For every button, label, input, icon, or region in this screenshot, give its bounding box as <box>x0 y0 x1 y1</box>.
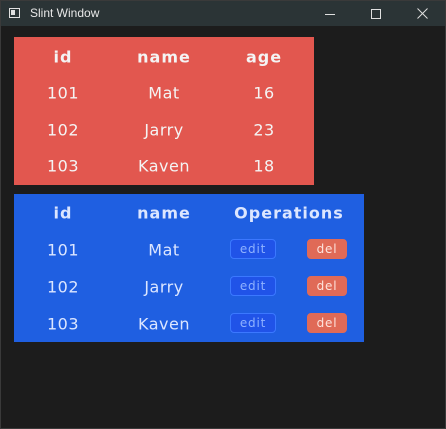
edit-button[interactable]: edit <box>230 313 276 333</box>
minimize-icon <box>325 13 335 15</box>
title-bar[interactable]: Slint Window <box>1 1 445 26</box>
minimize-button[interactable] <box>307 1 353 26</box>
window-title: Slint Window <box>30 6 100 20</box>
table-cell-age: 23 <box>253 120 275 140</box>
table-cell-name: Mat <box>148 240 180 260</box>
table-cell-name: Mat <box>148 83 180 103</box>
edit-button[interactable]: edit <box>230 239 276 259</box>
edit-button[interactable]: edit <box>230 276 276 296</box>
close-button[interactable] <box>399 1 445 26</box>
table-cell-name: Kaven <box>138 314 190 334</box>
column-header-operations: Operations <box>234 203 344 223</box>
column-header-name: name <box>137 47 191 67</box>
delete-button[interactable]: del <box>307 313 347 333</box>
delete-button[interactable]: del <box>307 239 347 259</box>
table-cell-age: 16 <box>253 83 275 103</box>
operations-table: id name Operations 101 Mat edit del 102 … <box>14 194 364 342</box>
table-cell-id: 103 <box>46 156 80 176</box>
table-cell-age: 18 <box>253 156 275 176</box>
app-window: Slint Window id name age 101 Mat 16 102 … <box>0 0 446 429</box>
column-header-name: name <box>137 203 191 223</box>
table-cell-id: 101 <box>46 83 80 103</box>
table-cell-name: Kaven <box>138 156 190 176</box>
column-header-id: id <box>53 47 73 67</box>
table-cell-id: 103 <box>46 314 80 334</box>
delete-button[interactable]: del <box>307 276 347 296</box>
students-table: id name age 101 Mat 16 102 Jarry 23 103 … <box>14 37 314 185</box>
table-cell-name: Jarry <box>144 120 184 140</box>
maximize-icon <box>371 8 381 19</box>
column-header-id: id <box>53 203 73 223</box>
table-cell-id: 102 <box>46 120 80 140</box>
maximize-button[interactable] <box>353 1 399 26</box>
table-cell-id: 101 <box>46 240 80 260</box>
table-cell-id: 102 <box>46 277 80 297</box>
table-cell-name: Jarry <box>144 277 184 297</box>
close-icon <box>416 8 428 19</box>
column-header-age: age <box>245 47 283 67</box>
app-window-icon <box>9 8 20 18</box>
